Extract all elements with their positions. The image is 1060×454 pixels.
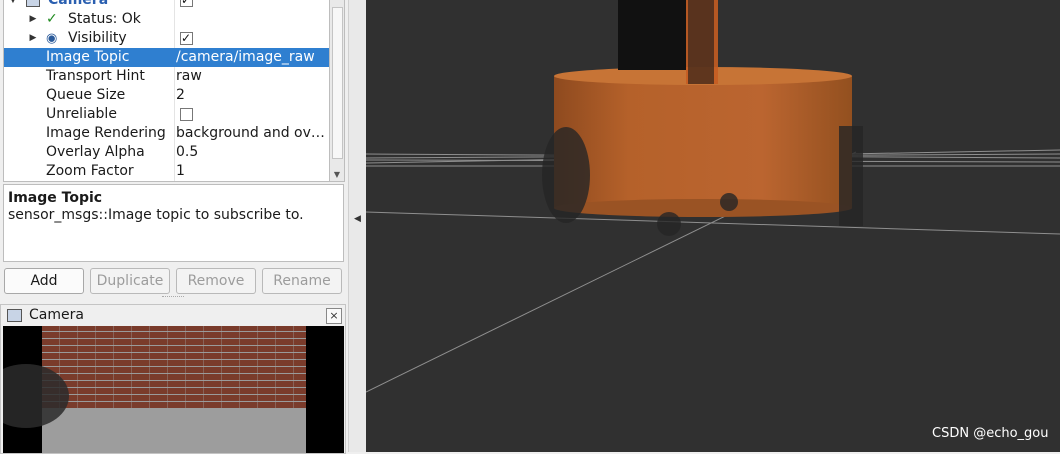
camera-display-label: Camera bbox=[48, 0, 109, 8]
collapsed-arrow-icon[interactable]: ▶ bbox=[28, 29, 38, 48]
unreliable-checkbox[interactable] bbox=[180, 108, 193, 121]
tree-row-image-rendering[interactable]: Image Rendering background and ov… bbox=[4, 124, 330, 143]
description-text: sensor_msgs::Image topic to subscribe to… bbox=[8, 207, 304, 223]
transport-hint-label: Transport Hint bbox=[46, 68, 145, 84]
description-title: Image Topic bbox=[8, 190, 103, 206]
scrollbar-thumb[interactable] bbox=[332, 7, 343, 159]
tree-row-unreliable[interactable]: Unreliable bbox=[4, 105, 330, 124]
visibility-checkbox[interactable] bbox=[180, 29, 193, 48]
tree-row-transport-hint[interactable]: Transport Hint raw bbox=[4, 67, 330, 86]
eye-icon: ◉ bbox=[46, 31, 58, 46]
visibility-label: Visibility bbox=[68, 30, 127, 46]
tree-row-status[interactable]: ▶ ✓ Status: Ok bbox=[4, 10, 330, 29]
tree-row-visibility[interactable]: ▶ ◉ Visibility bbox=[4, 29, 330, 48]
transport-hint-value[interactable]: raw bbox=[176, 67, 328, 86]
zoom-factor-label: Zoom Factor bbox=[46, 163, 134, 179]
collapsed-arrow-icon[interactable]: ▶ bbox=[28, 10, 38, 29]
3d-viewport[interactable]: CSDN @echo_gou bbox=[366, 0, 1060, 452]
overlay-alpha-label: Overlay Alpha bbox=[46, 144, 145, 160]
image-topic-label: Image Topic bbox=[46, 49, 130, 65]
overlay-alpha-value[interactable]: 0.5 bbox=[176, 143, 328, 162]
3d-scene bbox=[366, 0, 1060, 393]
tree-row-camera[interactable]: ▼ Camera bbox=[4, 0, 330, 10]
tree-row-zoom-factor[interactable]: Zoom Factor 1 bbox=[4, 162, 330, 181]
camera-panel: Camera × bbox=[0, 304, 346, 454]
camera-icon bbox=[26, 0, 40, 7]
camera-image-view bbox=[3, 326, 344, 453]
tree-row-image-topic[interactable]: Image Topic /camera/image_raw bbox=[4, 48, 330, 67]
orange-cylinder bbox=[554, 67, 852, 217]
tree-row-queue-size[interactable]: Queue Size 2 bbox=[4, 86, 330, 105]
panel-resize-grip[interactable] bbox=[162, 296, 184, 301]
add-button[interactable]: Add bbox=[4, 268, 84, 294]
image-rendering-label: Image Rendering bbox=[46, 125, 166, 141]
camera-image-floor bbox=[42, 408, 306, 453]
unreliable-label: Unreliable bbox=[46, 106, 117, 122]
tree-row-overlay-alpha[interactable]: Overlay Alpha 0.5 bbox=[4, 143, 330, 162]
remove-button[interactable]: Remove bbox=[176, 268, 256, 294]
displays-panel: ▼ Camera ▶ ✓ Status: Ok ▶ ◉ Visibility bbox=[0, 0, 348, 454]
camera-panel-title: Camera bbox=[29, 307, 84, 323]
camera-icon bbox=[7, 309, 22, 322]
expand-arrow-icon[interactable]: ▼ bbox=[8, 0, 18, 10]
collapse-arrow-icon[interactable]: ◀ bbox=[354, 214, 361, 224]
image-rendering-value[interactable]: background and ov… bbox=[176, 124, 328, 143]
status-label: Status: Ok bbox=[68, 11, 141, 27]
watermark-text: CSDN @echo_gou bbox=[932, 426, 1049, 441]
duplicate-button[interactable]: Duplicate bbox=[90, 268, 170, 294]
property-description: Image Topic sensor_msgs::Image topic to … bbox=[3, 184, 344, 262]
camera-enabled-checkbox[interactable] bbox=[180, 0, 193, 10]
property-tree[interactable]: ▼ Camera ▶ ✓ Status: Ok ▶ ◉ Visibility bbox=[3, 0, 331, 182]
queue-size-label: Queue Size bbox=[46, 87, 126, 103]
tree-scrollbar[interactable]: ▼ bbox=[329, 0, 345, 182]
rename-button[interactable]: Rename bbox=[262, 268, 342, 294]
panel-splitter[interactable]: ◀ bbox=[348, 0, 367, 452]
close-icon[interactable]: × bbox=[326, 308, 342, 324]
image-topic-value[interactable]: /camera/image_raw bbox=[176, 48, 328, 67]
status-ok-icon: ✓ bbox=[46, 11, 58, 27]
zoom-factor-value[interactable]: 1 bbox=[176, 162, 328, 181]
scroll-down-arrow-icon[interactable]: ▼ bbox=[332, 170, 342, 180]
queue-size-value[interactable]: 2 bbox=[176, 86, 328, 105]
